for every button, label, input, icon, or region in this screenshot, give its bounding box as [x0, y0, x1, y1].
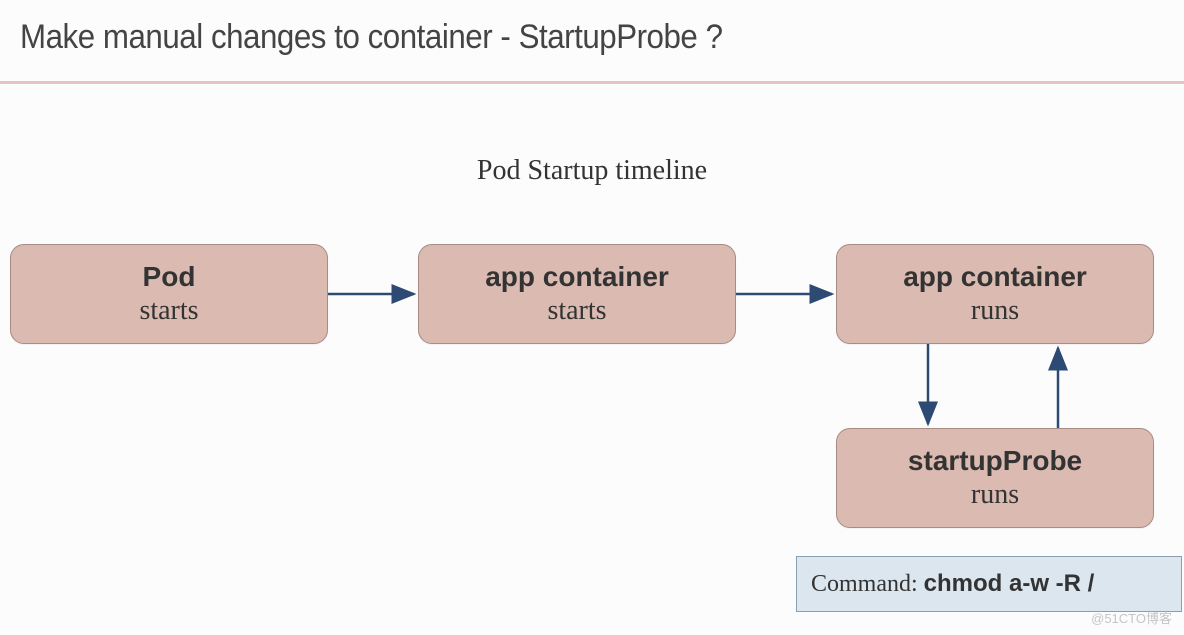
node-title: app container	[485, 260, 669, 294]
command-value: chmod a-w -R /	[924, 570, 1095, 598]
node-title: startupProbe	[908, 444, 1082, 478]
command-box: Command: chmod a-w -R /	[796, 556, 1182, 612]
node-pod-starts: Pod starts	[10, 244, 328, 344]
node-app-container-starts: app container starts	[418, 244, 736, 344]
watermark: @51CTO博客	[1091, 608, 1172, 627]
node-subtitle: starts	[547, 294, 606, 328]
slide-header: Make manual changes to container - Start…	[0, 0, 1184, 84]
node-subtitle: starts	[139, 294, 198, 328]
node-subtitle: runs	[971, 294, 1019, 328]
diagram-title: Pod Startup timeline	[0, 155, 1184, 187]
slide-title: Make manual changes to container - Start…	[20, 18, 1072, 57]
node-startup-probe-runs: startupProbe runs	[836, 428, 1154, 528]
node-app-container-runs: app container runs	[836, 244, 1154, 344]
node-title: app container	[903, 260, 1087, 294]
command-label: Command:	[811, 571, 918, 598]
node-subtitle: runs	[971, 478, 1019, 512]
node-title: Pod	[143, 260, 196, 294]
